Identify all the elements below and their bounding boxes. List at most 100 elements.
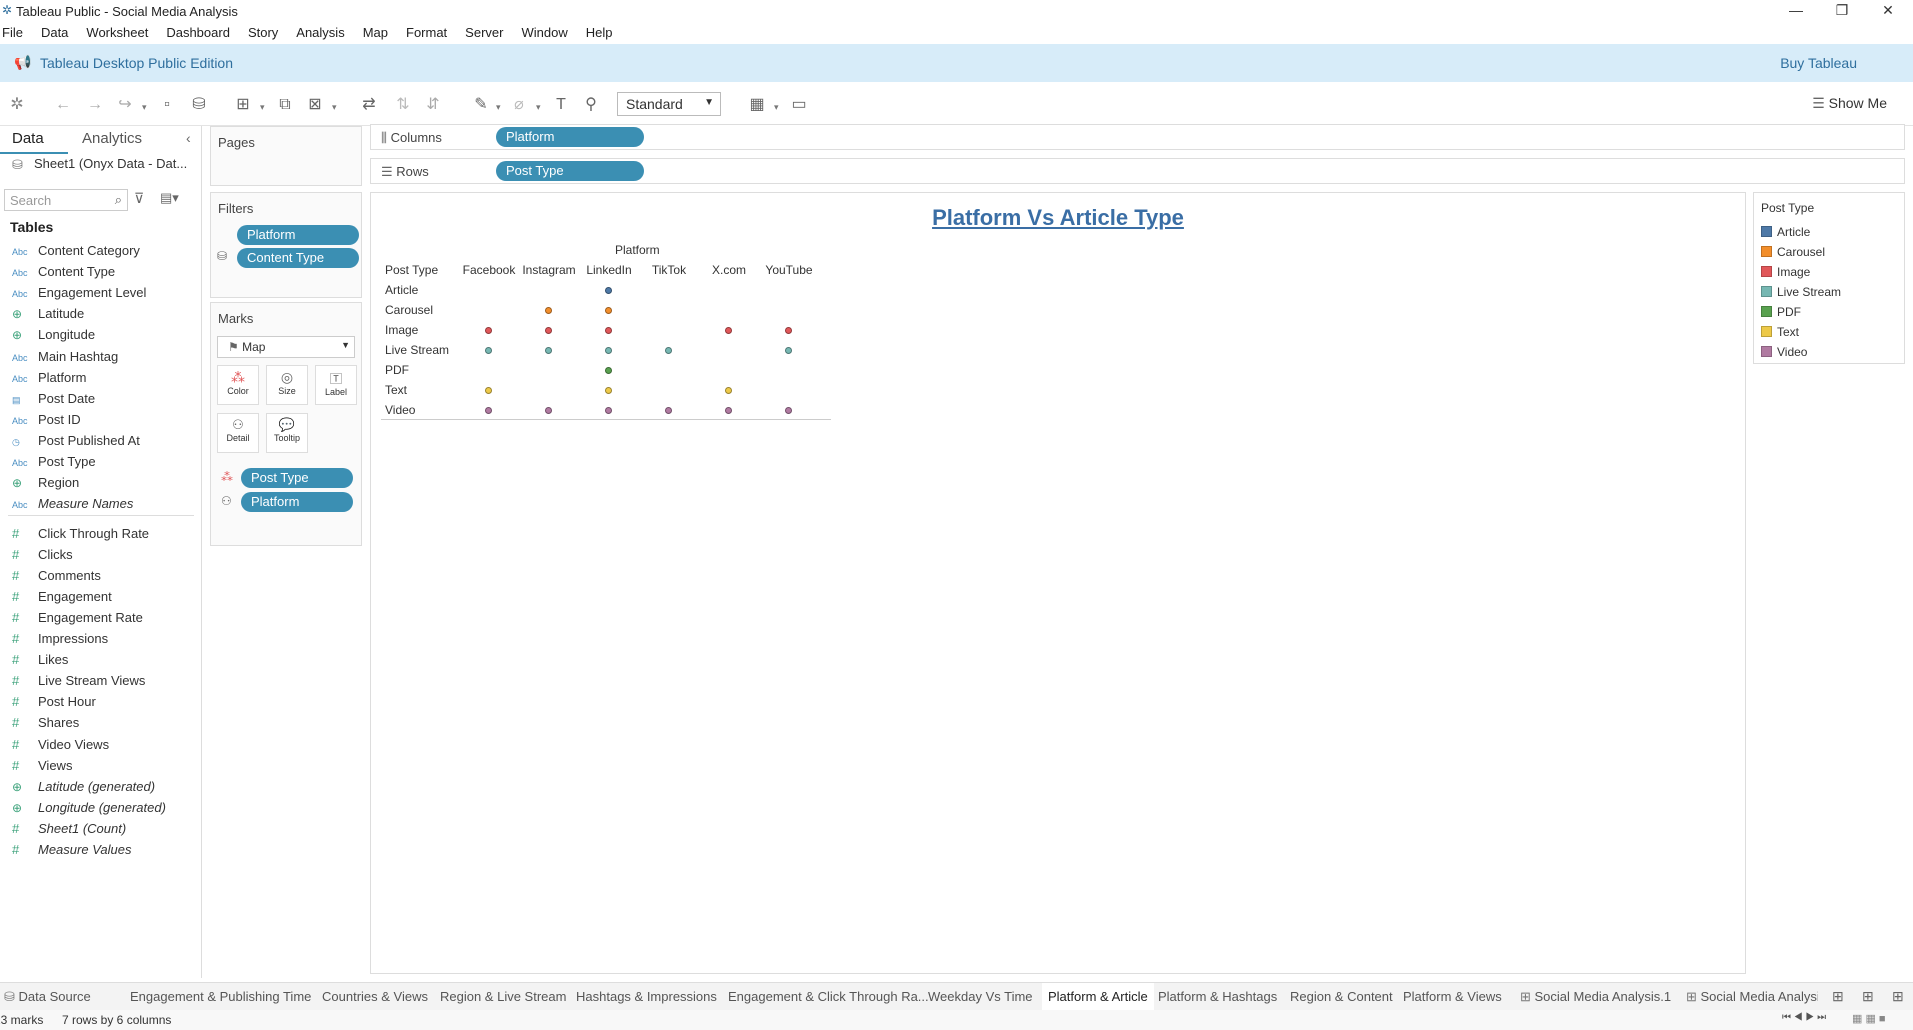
data-point[interactable] [545, 407, 552, 414]
pin-axes-icon[interactable]: ⚲ [580, 94, 602, 116]
data-point[interactable] [605, 407, 612, 414]
row-header[interactable]: PDF [385, 363, 409, 377]
show-mark-labels-icon[interactable]: T [550, 94, 572, 116]
measure-field[interactable]: # Click Through Rate [12, 526, 149, 541]
measure-field[interactable]: # Clicks [12, 547, 73, 562]
data-point[interactable] [605, 367, 612, 374]
rows-shelf[interactable]: ☰ Rows Post Type [370, 158, 1905, 184]
columns-shelf[interactable]: ⫼ Columns Platform [370, 124, 1905, 150]
dimension-field[interactable]: Abc Post Type [12, 454, 96, 469]
sheet-tab[interactable]: Platform & Views [1403, 989, 1502, 1004]
data-point[interactable] [605, 287, 612, 294]
menu-analysis[interactable]: Analysis [286, 22, 352, 40]
dimension-field[interactable]: Abc Post ID [12, 412, 81, 427]
tooltip-button[interactable]: 💬 Tooltip [266, 413, 308, 453]
data-point[interactable] [605, 387, 612, 394]
row-header[interactable]: Text [385, 383, 407, 397]
data-point[interactable] [485, 387, 492, 394]
column-header[interactable]: TikTok [639, 263, 699, 277]
dimension-field[interactable]: ◷ Post Published At [12, 433, 140, 448]
search-input[interactable]: Search ⌕ [4, 189, 128, 211]
sheet-tab[interactable]: ⊞ Social Media Analysis.1 [1520, 989, 1671, 1005]
marks-pill-post-type[interactable]: Post Type [241, 468, 353, 488]
save-icon[interactable]: ▫ [156, 94, 178, 116]
sheet-tab[interactable]: ⛁ Data Source [4, 989, 91, 1005]
legend-item[interactable]: Live Stream [1761, 285, 1841, 299]
data-point[interactable] [665, 407, 672, 414]
legend-item[interactable]: Article [1761, 225, 1810, 239]
legend-item[interactable]: Text [1761, 325, 1799, 339]
label-button[interactable]: 🅃 Label [315, 365, 357, 405]
undo-icon[interactable]: ← [52, 94, 74, 116]
replay-icon[interactable]: ↪ [114, 94, 136, 116]
data-point[interactable] [605, 307, 612, 314]
dimension-field[interactable]: ⊕ Region [12, 475, 79, 490]
measure-field[interactable]: # Post Hour [12, 694, 96, 709]
dimension-field[interactable]: Abc Measure Names [12, 496, 133, 511]
legend-item[interactable]: Video [1761, 345, 1807, 359]
view-options-icon[interactable]: ▤▾ [160, 190, 179, 206]
tab-data[interactable]: Data [12, 130, 44, 147]
sheet-tab[interactable]: Countries & Views [322, 989, 428, 1004]
data-point[interactable] [665, 347, 672, 354]
swap-rows-columns-icon[interactable]: ⇄ [358, 94, 380, 116]
filter-pill-platform[interactable]: Platform [237, 225, 359, 245]
tab-analytics[interactable]: Analytics [82, 130, 142, 147]
sheet-tab[interactable]: ⊞ Social Media Analysis [1686, 989, 1818, 1005]
sheet-tab[interactable]: Platform & Hashtags [1158, 989, 1277, 1004]
measure-field[interactable]: # Views [12, 758, 72, 773]
measure-field[interactable]: # Engagement [12, 589, 112, 604]
legend-item[interactable]: Carousel [1761, 245, 1825, 259]
restore-icon[interactable]: ❐ [1822, 2, 1862, 19]
menu-help[interactable]: Help [576, 22, 621, 40]
menu-story[interactable]: Story [238, 22, 286, 40]
measure-field[interactable]: ⊕ Longitude (generated) [12, 800, 166, 815]
legend-item[interactable]: PDF [1761, 305, 1801, 319]
redo-icon[interactable]: → [84, 94, 106, 116]
data-point[interactable] [485, 407, 492, 414]
sort-ascending-icon[interactable]: ⇅ [392, 94, 414, 116]
menu-worksheet[interactable]: Worksheet [76, 22, 156, 40]
data-point[interactable] [605, 327, 612, 334]
filter-icon[interactable]: ⊽ [134, 190, 144, 207]
data-point[interactable] [545, 307, 552, 314]
data-point[interactable] [785, 407, 792, 414]
data-point[interactable] [485, 327, 492, 334]
sheet-tab[interactable]: Engagement & Click Through Ra... [728, 989, 929, 1004]
row-header[interactable]: Live Stream [385, 343, 449, 357]
data-point[interactable] [725, 387, 732, 394]
row-header[interactable]: Video [385, 403, 415, 417]
columns-pill-platform[interactable]: Platform [496, 127, 644, 147]
dimension-field[interactable]: ⊕ Longitude [12, 327, 95, 342]
measure-field[interactable]: # Comments [12, 568, 101, 583]
highlight-icon[interactable]: ✎ [470, 94, 492, 116]
new-worksheet-icon[interactable]: ⊞ [232, 94, 254, 116]
menu-data[interactable]: Data [31, 22, 76, 40]
row-header[interactable]: Article [385, 283, 418, 297]
column-header[interactable]: Instagram [519, 263, 579, 277]
show-cards-dropdown-icon[interactable]: ▾ [774, 102, 779, 113]
measure-field[interactable]: # Impressions [12, 631, 108, 646]
data-point[interactable] [785, 327, 792, 334]
sheet-tab[interactable]: Hashtags & Impressions [576, 989, 717, 1004]
sheet-tab[interactable]: Engagement & Publishing Time [130, 989, 311, 1004]
viz-canvas[interactable]: Platform Vs Article Type Platform Post T… [370, 192, 1746, 974]
fit-select[interactable]: Standard ▼ [617, 92, 721, 116]
color-legend[interactable]: Post Type Article Carousel Image Live Strea… [1753, 192, 1905, 364]
dimension-field[interactable]: ⊕ Latitude [12, 306, 84, 321]
data-point[interactable] [545, 327, 552, 334]
dimension-field[interactable]: Abc Main Hashtag [12, 349, 118, 364]
sheet-tab[interactable]: Region & Content [1290, 989, 1393, 1004]
dimension-field[interactable]: Abc Engagement Level [12, 285, 146, 300]
buy-tableau-link[interactable]: Buy Tableau [1780, 55, 1857, 71]
column-header[interactable]: LinkedIn [579, 263, 639, 277]
data-point[interactable] [605, 347, 612, 354]
dimension-field[interactable]: Abc Content Category [12, 243, 140, 258]
column-header[interactable]: Facebook [459, 263, 519, 277]
data-point[interactable] [785, 347, 792, 354]
measure-field[interactable]: # Likes [12, 652, 68, 667]
menu-map[interactable]: Map [353, 22, 396, 40]
rows-pill-post-type[interactable]: Post Type [496, 161, 644, 181]
new-dashboard-tab-icon[interactable]: ⊞ [1862, 988, 1874, 1005]
data-point[interactable] [485, 347, 492, 354]
